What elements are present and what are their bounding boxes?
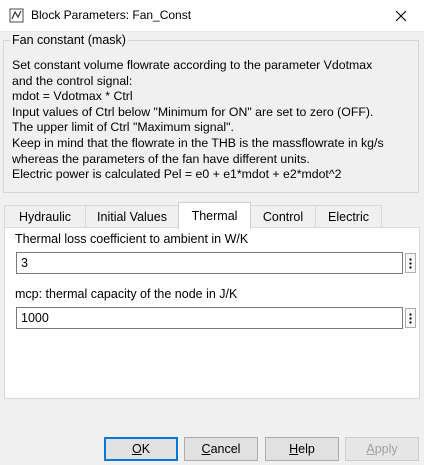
vertical-ellipsis-icon (409, 257, 412, 269)
tab-initial-values[interactable]: Initial Values (85, 205, 179, 228)
thermal-tab-panel: Thermal loss coefficient to ambient in W… (4, 227, 420, 399)
thermal-capacity-input[interactable] (16, 307, 403, 329)
help-mnemonic: H (289, 442, 299, 456)
description-line: Set constant volume flowrate according t… (12, 58, 373, 72)
vertical-ellipsis-icon (409, 312, 412, 324)
ok-button[interactable]: OK (104, 437, 178, 461)
help-button[interactable]: Help (265, 437, 339, 461)
description-line: Electric power is calculated Pel = e0 + … (12, 167, 342, 182)
description-line: and the control signal: (12, 73, 133, 88)
description-line: mdot = Vdotmax * Ctrl (12, 89, 133, 104)
parameter-tabs: Hydraulic Initial Values Thermal Control… (4, 202, 420, 229)
cancel-mnemonic: C (201, 442, 211, 456)
description-line: Keep in mind that the flowrate in the TH… (12, 135, 384, 150)
tab-thermal[interactable]: Thermal (178, 202, 251, 229)
thermal-loss-options-button[interactable] (405, 253, 416, 273)
cancel-button[interactable]: Cancel (184, 437, 258, 461)
thermal-capacity-label: mcp: thermal capacity of the node in J/K (15, 287, 238, 301)
thermal-capacity-options-button[interactable] (405, 308, 416, 328)
thermal-loss-coefficient-input[interactable] (16, 252, 403, 274)
title-bar: Block Parameters: Fan_Const (0, 0, 424, 32)
tab-control[interactable]: Control (250, 205, 316, 228)
apply-label: pply (374, 442, 398, 456)
help-label: elp (298, 442, 315, 456)
description-line: The upper limit of Ctrl "Maximum signal"… (12, 120, 234, 135)
tab-hydraulic[interactable]: Hydraulic (4, 205, 86, 228)
ok-mnemonic: O (131, 442, 142, 456)
close-icon (395, 10, 407, 21)
simulink-block-icon (9, 8, 24, 23)
thermal-loss-coefficient-label: Thermal loss coefficient to ambient in W… (15, 232, 249, 246)
ok-label: K (141, 442, 151, 456)
mask-title: Fan constant (mask) (10, 33, 128, 47)
window-title: Block Parameters: Fan_Const (31, 8, 192, 22)
description-line: whereas the parameters of the fan have d… (12, 151, 310, 166)
description-line: Input values of Ctrl below "Minimum for … (12, 104, 374, 119)
apply-mnemonic: A (366, 442, 375, 456)
apply-button[interactable]: Apply (345, 437, 419, 461)
close-button[interactable] (378, 0, 424, 31)
cancel-label: ancel (210, 442, 241, 456)
tab-electric[interactable]: Electric (315, 205, 382, 228)
mask-description: Set constant volume flowrate according t… (12, 58, 418, 183)
